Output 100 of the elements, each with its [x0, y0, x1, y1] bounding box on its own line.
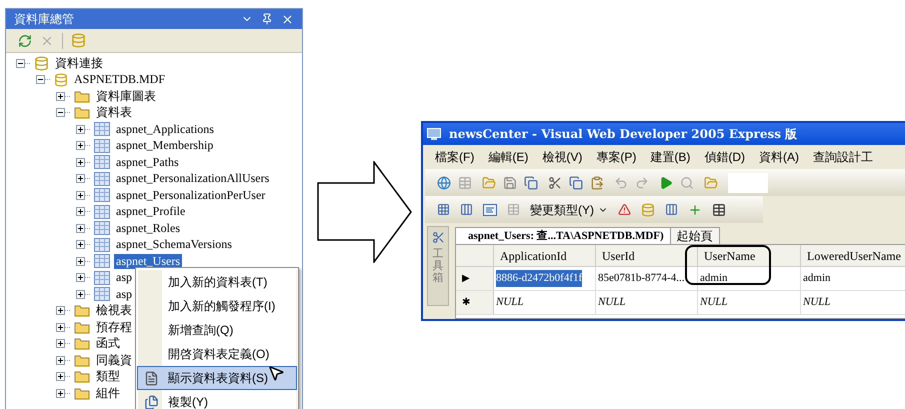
document-tab[interactable]: aspnet_Users: 查...TA\ASPNETDB.MDF) — [455, 227, 671, 244]
window-title: newsCenter - Visual Web Developer 2005 Express 版 — [449, 126, 798, 143]
collapse-icon[interactable] — [16, 58, 25, 68]
expand-icon[interactable] — [56, 92, 65, 101]
expand-icon[interactable] — [76, 207, 85, 216]
tree-item[interactable]: 資料表 — [94, 105, 134, 120]
menu-bar-item[interactable]: 專案(P) — [596, 148, 636, 166]
copy-icon[interactable] — [569, 176, 583, 190]
table-icon — [94, 238, 110, 252]
expand-icon[interactable] — [76, 158, 85, 167]
document-tab[interactable]: 起始頁 — [670, 227, 720, 244]
table-icon — [94, 138, 110, 153]
expand-icon[interactable] — [76, 190, 85, 200]
tree-item[interactable]: 組件 — [94, 386, 122, 401]
table-cell[interactable]: 8886-d2472b0f4f1f — [496, 270, 582, 287]
table-cell[interactable]: 85e0781b-8774-4... — [598, 270, 684, 287]
tree-item[interactable]: 同義資 — [94, 352, 134, 368]
expand-icon[interactable] — [56, 339, 65, 348]
column-header[interactable]: UserId — [596, 245, 698, 266]
menu-bar-item[interactable]: 檔案(F) — [435, 148, 474, 166]
globe-icon[interactable] — [437, 176, 451, 190]
menu-item[interactable]: 開啓資料表定義(O) — [137, 342, 297, 366]
tree-item[interactable]: 資料連接 — [53, 56, 105, 71]
search-field[interactable] — [728, 172, 768, 192]
table-cell[interactable]: admin — [803, 270, 830, 287]
mouse-cursor-icon — [267, 364, 285, 382]
tree-item[interactable]: aspnet_Applications — [114, 122, 216, 137]
column-header[interactable]: UserName — [698, 245, 801, 266]
table-icon — [94, 221, 110, 236]
tree-item[interactable]: aspnet_PersonalizationAllUsers — [114, 171, 272, 186]
expand-icon[interactable] — [56, 306, 65, 316]
menu-bar-item[interactable]: 編輯(E) — [488, 148, 528, 166]
expand-icon[interactable] — [56, 356, 65, 365]
tree-item[interactable]: 預存程 — [94, 320, 134, 335]
paste-icon[interactable] — [590, 176, 604, 190]
expand-icon[interactable] — [56, 322, 65, 332]
tree-item[interactable]: aspnet_Membership — [114, 138, 216, 154]
change-type-dropdown[interactable]: 變更類型(Y) — [530, 200, 608, 218]
pin-icon[interactable] — [261, 13, 273, 25]
expand-icon[interactable] — [56, 372, 65, 382]
menu-item[interactable]: 複製(Y) — [137, 390, 297, 409]
expand-icon[interactable] — [76, 240, 85, 250]
table-cell[interactable]: admin — [700, 270, 728, 287]
table-icon — [94, 270, 110, 285]
tree-item[interactable]: aspnet_SchemaVersions — [114, 237, 234, 252]
menu-item[interactable]: 加入新的觸發程序(I) — [137, 294, 297, 318]
table-cell[interactable]: NULL — [803, 294, 831, 311]
tree-item[interactable]: aspnet_Paths — [114, 154, 181, 170]
run-icon[interactable] — [659, 176, 673, 190]
tree-item[interactable]: 類型 — [94, 369, 122, 384]
menu-bar-item[interactable]: 查詢設計工 — [813, 148, 873, 166]
expand-icon[interactable] — [76, 290, 85, 299]
expand-icon[interactable] — [76, 256, 85, 266]
folder-icon — [74, 354, 90, 367]
tree-item[interactable]: asp — [114, 270, 134, 286]
table-icon — [94, 172, 110, 186]
column-header[interactable]: ApplicationId — [494, 245, 596, 266]
save-icon[interactable] — [503, 176, 517, 190]
expand-icon[interactable] — [76, 124, 85, 134]
table-cell[interactable]: NULL — [598, 294, 626, 311]
column-header[interactable]: LoweredUserName — [801, 245, 905, 266]
folder-icon — [74, 106, 90, 120]
folder-icon — [74, 320, 90, 334]
close-icon[interactable] — [281, 12, 294, 26]
app-icon — [427, 128, 441, 140]
expand-icon[interactable] — [76, 174, 85, 184]
refresh-icon[interactable] — [18, 34, 32, 48]
menu-bar-item[interactable]: 資料(A) — [759, 148, 799, 166]
table-icon — [94, 122, 110, 136]
menu-bar-item[interactable]: 偵錯(D) — [704, 148, 745, 166]
menu-item[interactable]: 新增查詢(Q) — [137, 318, 297, 342]
folder-icon — [74, 386, 90, 400]
tree-item[interactable]: asp — [114, 286, 134, 302]
expand-icon[interactable] — [76, 224, 85, 233]
row-indicator: ▶ — [456, 267, 494, 290]
expand-icon[interactable] — [56, 388, 65, 398]
tree-item[interactable]: 資料庫圖表 — [94, 88, 158, 104]
tree-item[interactable]: ASPNETDB.MDF — [72, 72, 168, 88]
row-indicator: ✱ — [456, 291, 494, 314]
menu-bar-item[interactable]: 建置(B) — [650, 148, 690, 166]
menu-item[interactable]: 加入新的資料表(T) — [137, 270, 297, 294]
collapse-icon[interactable] — [56, 108, 65, 118]
table-cell[interactable]: NULL — [700, 294, 728, 311]
copy-icon — [144, 394, 158, 409]
database-icon — [54, 72, 68, 87]
collapse-icon[interactable] — [36, 75, 45, 84]
expand-icon[interactable] — [76, 273, 85, 282]
expand-icon[interactable] — [76, 141, 85, 150]
menu-item[interactable]: 顯示資料表資料(S) — [137, 366, 297, 390]
tree-item[interactable]: 檢視表 — [94, 303, 134, 318]
tree-item[interactable]: aspnet_PersonalizationPerUser — [114, 188, 268, 203]
tree-item[interactable]: aspnet_Users — [114, 254, 182, 269]
menu-bar-item[interactable]: 檢視(V) — [542, 148, 582, 166]
tree-item[interactable]: 函式 — [94, 336, 122, 352]
folder-icon — [74, 90, 90, 103]
tree-item[interactable]: aspnet_Roles — [114, 220, 182, 236]
tree-item[interactable]: aspnet_Profile — [114, 204, 188, 220]
folder-icon — [74, 304, 90, 318]
cut-icon[interactable] — [548, 176, 562, 190]
table-cell[interactable]: NULL — [496, 294, 524, 311]
